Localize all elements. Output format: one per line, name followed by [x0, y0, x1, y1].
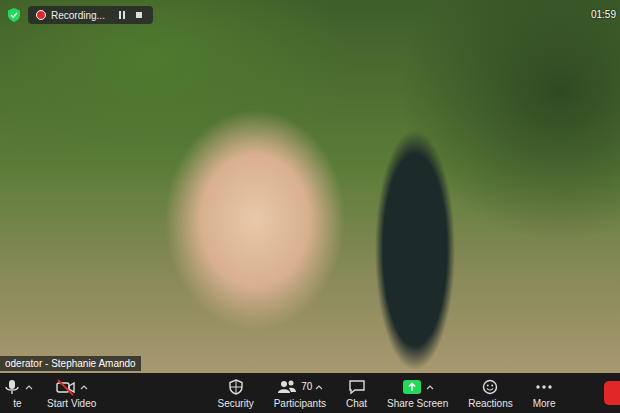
- toolbar-button[interactable]: Security: [218, 378, 254, 409]
- video-frame: [0, 0, 620, 373]
- chat-bubble-icon: [347, 378, 367, 396]
- caret-up-icon: [315, 384, 323, 390]
- meeting-toolbar: teStart VideoSecurity70ParticipantsChatS…: [0, 373, 620, 413]
- toolbar-left: te Start Video: [0, 378, 96, 409]
- toolbar-button[interactable]: Start Video: [47, 378, 96, 409]
- toolbar-center: Security 70 Participants Chat Share Screen Re…: [218, 378, 556, 409]
- toolbar-button[interactable]: 70 Participants: [274, 378, 326, 409]
- microphone-icon: [2, 378, 22, 396]
- recording-label: Recording...: [51, 10, 105, 21]
- participant-name: oderator - Stephanie Amando: [0, 356, 141, 371]
- stop-icon[interactable]: [133, 9, 145, 21]
- toolbar-label: Chat: [346, 398, 367, 409]
- toolbar-button[interactable]: Share Screen: [387, 378, 448, 409]
- pause-icon[interactable]: [116, 9, 128, 21]
- toolbar-label: Share Screen: [387, 398, 448, 409]
- toolbar-button[interactable]: Reactions: [468, 378, 512, 409]
- recording-indicator: Recording...: [28, 6, 153, 24]
- shield-icon: [6, 7, 22, 23]
- toolbar-label: More: [533, 398, 556, 409]
- caret-icon[interactable]: [80, 384, 88, 390]
- toolbar-button[interactable]: te: [2, 378, 33, 409]
- caret-icon[interactable]: [315, 384, 323, 390]
- participant-count: 70: [301, 381, 312, 392]
- people-icon: [276, 378, 298, 396]
- zoom-window: Recording... 01:59 oderator - Stephanie Am…: [0, 0, 620, 413]
- record-dot-icon: [36, 10, 46, 20]
- end-meeting-button[interactable]: [604, 381, 620, 405]
- toolbar-label: te: [13, 398, 21, 409]
- caret-up-icon: [80, 384, 88, 390]
- toolbar-label: Start Video: [47, 398, 96, 409]
- caret-up-icon: [25, 384, 33, 390]
- smiley-icon: [481, 378, 499, 396]
- toolbar-button[interactable]: More: [533, 378, 556, 409]
- caret-icon[interactable]: [426, 384, 434, 390]
- caret-icon[interactable]: [25, 384, 33, 390]
- meeting-clock: 01:59: [591, 9, 616, 20]
- caret-up-icon: [426, 384, 434, 390]
- toolbar-label: Participants: [274, 398, 326, 409]
- video-camera-icon: [55, 378, 77, 396]
- toolbar-label: Reactions: [468, 398, 512, 409]
- shield-icon: [227, 378, 245, 396]
- share-screen-icon: [401, 378, 423, 396]
- toolbar-button[interactable]: Chat: [346, 378, 367, 409]
- video-stage: Recording... 01:59 oderator - Stephanie Am…: [0, 0, 620, 373]
- ellipsis-icon: [534, 378, 554, 396]
- recording-bar: Recording...: [6, 6, 153, 24]
- toolbar-label: Security: [218, 398, 254, 409]
